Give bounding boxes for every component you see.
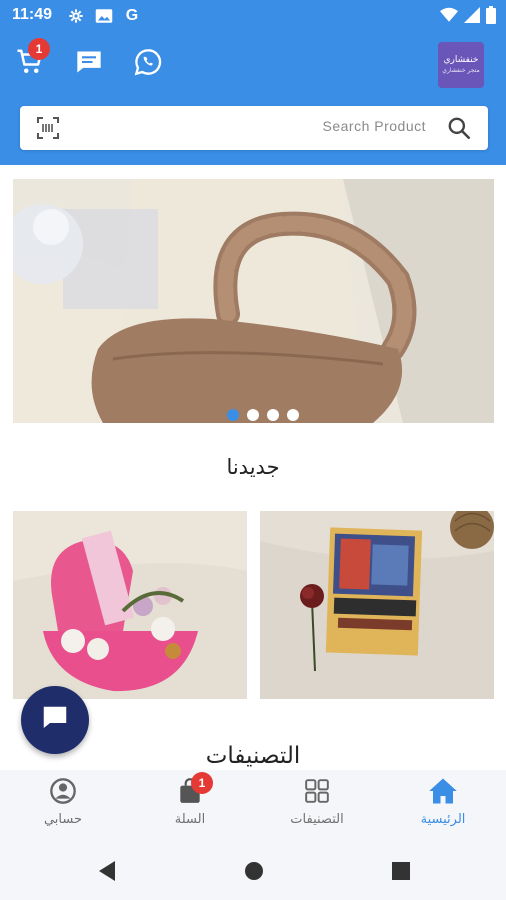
gear-icon (66, 6, 86, 26)
search-bar[interactable]: Search Product (20, 106, 488, 150)
whatsapp-button[interactable] (130, 46, 166, 82)
cart-nav-badge: 1 (191, 772, 213, 794)
bag-icon: 1 (175, 772, 213, 806)
nav-home-label: الرئيسية (420, 812, 466, 827)
new-products-title: جديدنا (226, 455, 280, 479)
recents-icon[interactable] (390, 860, 412, 882)
app-header: 11:49 G 1 خنفشاري متجر خنفشاري Search Pr… (0, 0, 506, 165)
carousel-indicators (227, 409, 299, 421)
categories-title: التصنيفات (205, 743, 301, 769)
logo-subtext: متجر خنفشاري (442, 66, 480, 74)
nav-cart-label: السلة (174, 812, 206, 827)
chat-icon (75, 48, 103, 80)
battery-icon (486, 6, 496, 28)
cart-button[interactable]: 1 (12, 38, 50, 82)
signal-icon (464, 7, 480, 27)
whatsapp-icon (134, 48, 162, 80)
nav-account-label: حسابي (43, 812, 83, 827)
grid-icon (302, 776, 332, 806)
banner-carousel[interactable] (13, 179, 494, 423)
back-icon[interactable] (96, 860, 118, 882)
cart-badge: 1 (28, 38, 50, 60)
nav-cart[interactable]: 1 السلة (135, 772, 245, 836)
carousel-dot-2[interactable] (247, 409, 259, 421)
home-icon (428, 776, 458, 806)
system-navigation (0, 840, 506, 900)
product-image-gift-basket (13, 511, 247, 699)
nav-account[interactable]: حسابي (8, 776, 118, 836)
nav-home[interactable]: الرئيسية (388, 776, 498, 836)
status-time: 11:49 (12, 6, 53, 23)
carousel-dot-3[interactable] (267, 409, 279, 421)
account-icon (48, 776, 78, 806)
product-card[interactable] (13, 511, 247, 699)
header-actions: 1 خنفشاري متجر خنفشاري (0, 36, 506, 92)
google-icon: G (125, 7, 139, 24)
search-icon[interactable] (446, 115, 472, 141)
product-card[interactable] (260, 511, 494, 699)
carousel-dot-4[interactable] (287, 409, 299, 421)
search-input[interactable]: Search Product (323, 118, 427, 134)
home-content: جديدنا التصنيفات (0, 165, 506, 770)
status-bar: 11:49 G (0, 0, 506, 32)
status-notification-icons: G (66, 6, 142, 26)
wifi-icon (440, 7, 458, 27)
nav-categories-label: التصنيفات (290, 812, 344, 827)
nav-categories[interactable]: التصنيفات (262, 776, 372, 836)
store-logo[interactable]: خنفشاري متجر خنفشاري (438, 42, 484, 88)
chat-bubble-icon (40, 703, 70, 737)
home-circle-icon[interactable] (243, 860, 265, 882)
banner-image (13, 179, 494, 423)
status-system-icons (440, 6, 496, 28)
image-icon (94, 6, 114, 26)
bottom-navigation: حسابي 1 السلة التصنيفات الرئيسية (0, 770, 506, 840)
messages-button[interactable] (71, 46, 107, 82)
carousel-dot-1[interactable] (227, 409, 239, 421)
live-chat-button[interactable] (21, 686, 89, 754)
product-image-book (260, 511, 494, 699)
barcode-scan-icon[interactable] (36, 116, 60, 140)
logo-text: خنفشاري (443, 54, 479, 65)
